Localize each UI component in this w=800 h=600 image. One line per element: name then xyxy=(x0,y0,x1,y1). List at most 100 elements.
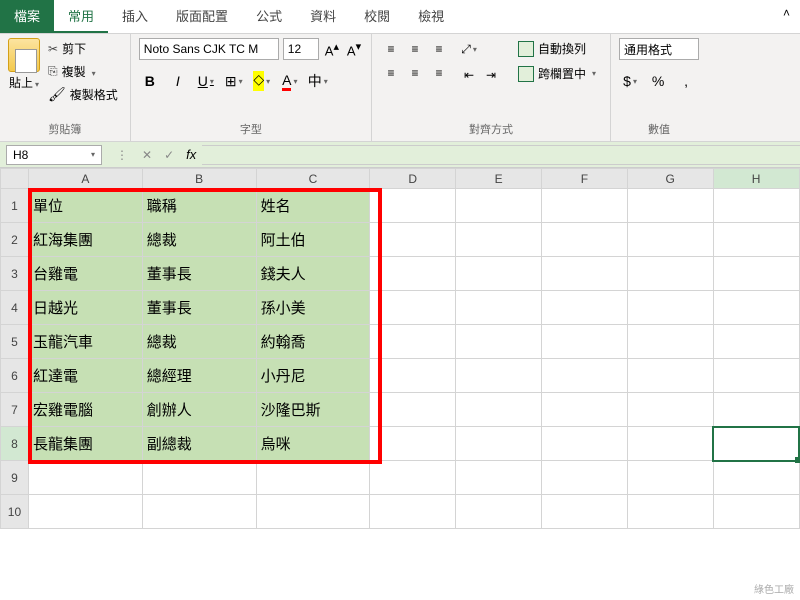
wrap-text-button[interactable]: 自動換列 xyxy=(512,38,602,59)
cell-C7[interactable]: 沙隆巴斯 xyxy=(256,393,370,427)
cell-A10[interactable] xyxy=(28,495,142,529)
cell-G2[interactable] xyxy=(627,223,713,257)
cell-D8[interactable] xyxy=(370,427,456,461)
cell-B6[interactable]: 總經理 xyxy=(142,359,256,393)
align-right-button[interactable]: ≡ xyxy=(428,62,450,84)
tab-review[interactable]: 校閱 xyxy=(350,0,404,33)
row-header-7[interactable]: 7 xyxy=(1,393,29,427)
cell-C5[interactable]: 約翰喬 xyxy=(256,325,370,359)
cell-C9[interactable] xyxy=(256,461,370,495)
font-color-button[interactable]: A xyxy=(279,70,301,92)
cut-button[interactable]: 剪下 xyxy=(44,38,122,59)
cell-G5[interactable] xyxy=(627,325,713,359)
cell-G3[interactable] xyxy=(627,257,713,291)
cell-D7[interactable] xyxy=(370,393,456,427)
cell-F6[interactable] xyxy=(541,359,627,393)
row-header-9[interactable]: 9 xyxy=(1,461,29,495)
cell-F7[interactable] xyxy=(541,393,627,427)
cell-E7[interactable] xyxy=(456,393,542,427)
cell-G7[interactable] xyxy=(627,393,713,427)
column-header-C[interactable]: C xyxy=(256,169,370,189)
cell-E1[interactable] xyxy=(456,189,542,223)
cell-C2[interactable]: 阿土伯 xyxy=(256,223,370,257)
namebox-menu-icon[interactable]: ⋮ xyxy=(108,148,136,162)
cell-F10[interactable] xyxy=(541,495,627,529)
column-header-G[interactable]: G xyxy=(627,169,713,189)
tab-formulas[interactable]: 公式 xyxy=(242,0,296,33)
enter-icon[interactable]: ✓ xyxy=(158,148,180,162)
cell-E6[interactable] xyxy=(456,359,542,393)
border-button[interactable]: ⊞ xyxy=(223,70,245,92)
cell-H2[interactable] xyxy=(713,223,799,257)
align-bottom-button[interactable]: ≡ xyxy=(428,38,450,60)
row-header-10[interactable]: 10 xyxy=(1,495,29,529)
cell-D4[interactable] xyxy=(370,291,456,325)
cell-B2[interactable]: 總裁 xyxy=(142,223,256,257)
cell-H8[interactable] xyxy=(713,427,799,461)
cell-G8[interactable] xyxy=(627,427,713,461)
cell-F8[interactable] xyxy=(541,427,627,461)
cell-B9[interactable] xyxy=(142,461,256,495)
name-box[interactable]: H8 xyxy=(6,145,102,165)
cell-A3[interactable]: 台雞電 xyxy=(28,257,142,291)
font-size-select[interactable] xyxy=(283,38,319,60)
number-format-select[interactable] xyxy=(619,38,699,60)
cell-E5[interactable] xyxy=(456,325,542,359)
cell-E9[interactable] xyxy=(456,461,542,495)
cell-E4[interactable] xyxy=(456,291,542,325)
percent-button[interactable]: % xyxy=(647,70,669,92)
cell-D3[interactable] xyxy=(370,257,456,291)
orientation-button[interactable]: ⤢ xyxy=(458,38,480,60)
tab-data[interactable]: 資料 xyxy=(296,0,350,33)
row-header-5[interactable]: 5 xyxy=(1,325,29,359)
cell-H3[interactable] xyxy=(713,257,799,291)
bold-button[interactable]: B xyxy=(139,70,161,92)
column-header-D[interactable]: D xyxy=(370,169,456,189)
cell-C10[interactable] xyxy=(256,495,370,529)
cell-E10[interactable] xyxy=(456,495,542,529)
column-header-B[interactable]: B xyxy=(142,169,256,189)
merge-center-button[interactable]: 跨欄置中 xyxy=(512,63,602,84)
cell-B1[interactable]: 職稱 xyxy=(142,189,256,223)
row-header-4[interactable]: 4 xyxy=(1,291,29,325)
cell-A2[interactable]: 紅海集團 xyxy=(28,223,142,257)
cell-D1[interactable] xyxy=(370,189,456,223)
cell-G9[interactable] xyxy=(627,461,713,495)
comma-button[interactable]: , xyxy=(675,70,697,92)
cell-D10[interactable] xyxy=(370,495,456,529)
copy-button[interactable]: 複製 xyxy=(44,61,122,82)
cell-A6[interactable]: 紅達電 xyxy=(28,359,142,393)
tab-insert[interactable]: 插入 xyxy=(108,0,162,33)
font-name-select[interactable] xyxy=(139,38,279,60)
cell-F5[interactable] xyxy=(541,325,627,359)
fx-icon[interactable]: fx xyxy=(180,147,202,162)
cancel-icon[interactable]: ✕ xyxy=(136,148,158,162)
increase-font-button[interactable]: A▴ xyxy=(323,40,341,58)
formula-input[interactable] xyxy=(202,145,800,165)
cell-D2[interactable] xyxy=(370,223,456,257)
cell-H5[interactable] xyxy=(713,325,799,359)
row-header-3[interactable]: 3 xyxy=(1,257,29,291)
row-header-8[interactable]: 8 xyxy=(1,427,29,461)
cell-H9[interactable] xyxy=(713,461,799,495)
paste-button[interactable]: 貼上 xyxy=(9,74,39,91)
cell-C1[interactable]: 姓名 xyxy=(256,189,370,223)
cell-B7[interactable]: 創辦人 xyxy=(142,393,256,427)
row-header-2[interactable]: 2 xyxy=(1,223,29,257)
cell-G6[interactable] xyxy=(627,359,713,393)
cell-H10[interactable] xyxy=(713,495,799,529)
cell-F1[interactable] xyxy=(541,189,627,223)
cell-A9[interactable] xyxy=(28,461,142,495)
cell-C3[interactable]: 錢夫人 xyxy=(256,257,370,291)
phonetic-button[interactable]: 中 xyxy=(307,70,329,92)
cell-H7[interactable] xyxy=(713,393,799,427)
align-top-button[interactable]: ≡ xyxy=(380,38,402,60)
cell-F3[interactable] xyxy=(541,257,627,291)
cell-A8[interactable]: 長龍集團 xyxy=(28,427,142,461)
fill-color-button[interactable]: ◇ xyxy=(251,70,273,92)
cell-B8[interactable]: 副總裁 xyxy=(142,427,256,461)
column-header-F[interactable]: F xyxy=(541,169,627,189)
currency-button[interactable]: $ xyxy=(619,70,641,92)
cell-A4[interactable]: 日越光 xyxy=(28,291,142,325)
tab-layout[interactable]: 版面配置 xyxy=(162,0,242,33)
